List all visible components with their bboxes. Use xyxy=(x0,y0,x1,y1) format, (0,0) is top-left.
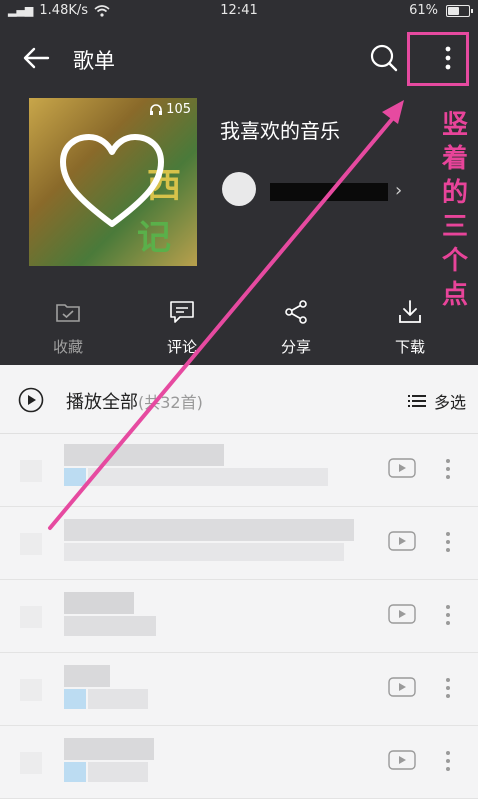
annotation-text: 竖着的三个点 xyxy=(441,110,468,310)
annotation-highlight-box xyxy=(407,32,469,86)
annotation-arrow xyxy=(48,100,404,530)
